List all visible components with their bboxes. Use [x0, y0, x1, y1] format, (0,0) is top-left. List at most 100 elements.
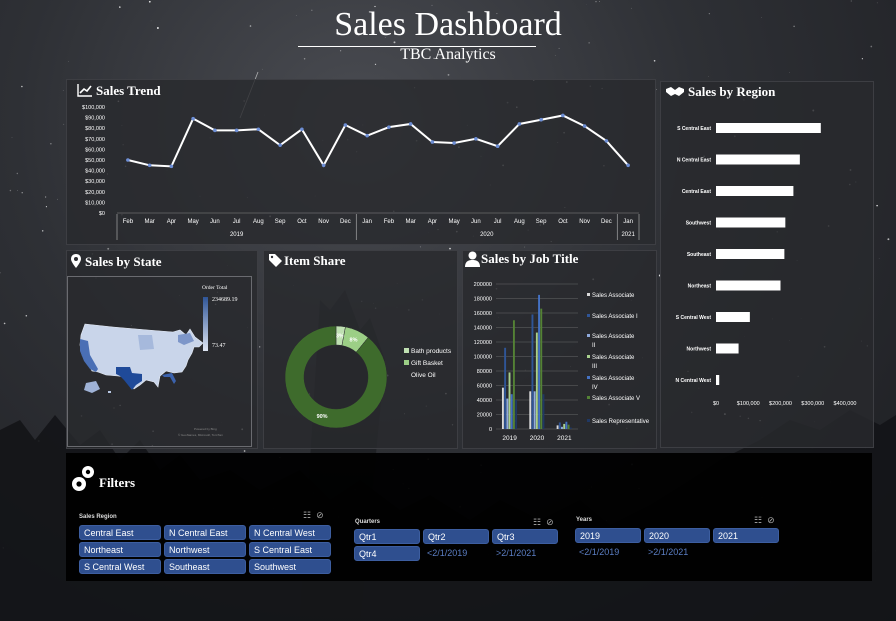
- alaska-region[interactable]: [84, 381, 100, 393]
- slicer-button[interactable]: 2019: [575, 528, 641, 543]
- region-bar[interactable]: [716, 312, 750, 322]
- slicer-button[interactable]: <2/1/2019: [423, 546, 489, 561]
- map-frame[interactable]: Powered by Bing © GeoNames, Microsoft, T…: [67, 276, 252, 447]
- job-bar[interactable]: [508, 372, 511, 429]
- data-point[interactable]: [191, 116, 195, 121]
- slicer-button[interactable]: Southwest: [249, 559, 331, 574]
- region-bar[interactable]: [716, 186, 794, 196]
- job-bar[interactable]: [569, 427, 572, 429]
- data-point[interactable]: [300, 127, 304, 132]
- data-point[interactable]: [256, 127, 261, 132]
- slicer-button[interactable]: Qtr1: [354, 529, 420, 544]
- job-bar[interactable]: [510, 394, 513, 429]
- slicer-button[interactable]: S Central West: [79, 559, 161, 574]
- job-bar[interactable]: [512, 320, 515, 429]
- slicer-button[interactable]: S Central East: [249, 542, 331, 557]
- sales-by-region-panel[interactable]: Sales by Region S Central East N Central …: [660, 81, 874, 448]
- slicer-button[interactable]: >2/1/2021: [492, 546, 558, 561]
- data-point[interactable]: [561, 113, 565, 118]
- slicer-button[interactable]: Central East: [79, 525, 161, 540]
- hawaii-region[interactable]: [108, 391, 111, 393]
- job-bar[interactable]: [529, 391, 532, 429]
- job-bar[interactable]: [565, 421, 568, 429]
- slicer-button[interactable]: Southeast: [164, 559, 246, 574]
- data-point[interactable]: [604, 139, 609, 143]
- data-point[interactable]: [474, 137, 478, 141]
- item-share-donut-chart[interactable]: 3% 8% 90% Bath products Gift Basket Olive Oil: [264, 251, 457, 448]
- slicer-button[interactable]: 2021: [713, 528, 779, 543]
- slicer-button[interactable]: N Central West: [249, 525, 331, 540]
- slicer-button[interactable]: 2020: [644, 528, 710, 543]
- clear-filter-icon[interactable]: ⊘: [316, 510, 324, 520]
- data-point[interactable]: [387, 125, 391, 129]
- multi-select-icon[interactable]: ☷: [303, 510, 311, 520]
- data-point[interactable]: [321, 163, 326, 168]
- data-point[interactable]: [343, 123, 348, 127]
- florida-region[interactable]: [162, 373, 176, 384]
- slicer-button[interactable]: Northeast: [79, 542, 161, 557]
- slicer-button[interactable]: Qtr4: [354, 546, 420, 561]
- region-bar[interactable]: [716, 280, 781, 291]
- region-bar[interactable]: [716, 123, 821, 133]
- sales-by-job-title-chart[interactable]: 0 20000 40000 60000 80000 100000 120000 140000 1…: [463, 251, 656, 448]
- slicer-button[interactable]: Northwest: [164, 542, 246, 557]
- job-bar[interactable]: [515, 400, 518, 429]
- sales-line[interactable]: [127, 114, 629, 168]
- data-point[interactable]: [495, 144, 500, 149]
- data-point[interactable]: [169, 164, 174, 169]
- job-bar[interactable]: [533, 391, 536, 429]
- multi-select-icon[interactable]: ☷: [533, 517, 541, 527]
- region-bar[interactable]: [716, 154, 800, 165]
- clear-filter-icon[interactable]: ⊘: [546, 517, 554, 527]
- y-tick-label: $20,000: [85, 190, 105, 196]
- clear-filter-icon[interactable]: ⊘: [767, 515, 775, 525]
- sales-by-job-title-panel[interactable]: Sales by Job Title 0 20000 40000 60000 80000…: [462, 250, 657, 449]
- data-point[interactable]: [517, 122, 522, 126]
- sales-by-state-panel[interactable]: Sales by State Powered by Bing © GeoName…: [66, 250, 258, 449]
- region-bar[interactable]: [716, 217, 786, 228]
- slicer-button[interactable]: <2/1/2019: [575, 545, 641, 560]
- job-bar[interactable]: [561, 426, 563, 429]
- job-bar[interactable]: [556, 425, 559, 429]
- region-bar[interactable]: [716, 343, 739, 354]
- data-point[interactable]: [147, 163, 152, 168]
- sales-trend-chart[interactable]: $0 $10,000 $20,000 $30,000 $40,000 $50,000 $60…: [67, 80, 655, 244]
- job-bar[interactable]: [540, 308, 543, 429]
- region-bar[interactable]: [716, 249, 785, 259]
- data-point[interactable]: [365, 133, 369, 138]
- sales-by-region-chart[interactable]: S Central East N Central East Central East…: [661, 82, 873, 447]
- data-point[interactable]: [452, 141, 456, 145]
- data-point[interactable]: [582, 124, 587, 128]
- slicer-button[interactable]: Qtr3: [492, 529, 558, 544]
- job-bar[interactable]: [506, 398, 509, 429]
- job-bar[interactable]: [501, 387, 504, 429]
- item-share-panel[interactable]: Item Share 3% 8% 90% Bath products Gift Bask…: [263, 250, 458, 449]
- job-bar[interactable]: [558, 422, 561, 429]
- sales-trend-panel[interactable]: Sales Trend $0 $10,000 $20,000 $30,000 $40,0…: [66, 79, 656, 245]
- job-bar[interactable]: [531, 314, 534, 429]
- donut-slice[interactable]: [284, 325, 388, 429]
- map-legend-title: Order Total: [202, 285, 228, 291]
- job-bar[interactable]: [542, 394, 545, 429]
- data-point[interactable]: [626, 163, 630, 168]
- data-point[interactable]: [539, 117, 543, 122]
- job-bar[interactable]: [563, 423, 566, 429]
- multi-select-icon[interactable]: ☷: [754, 515, 762, 525]
- region-bar[interactable]: [716, 375, 720, 385]
- slicer-button[interactable]: N Central East: [164, 525, 246, 540]
- data-point[interactable]: [213, 128, 217, 133]
- data-point[interactable]: [408, 122, 413, 126]
- slicer-button[interactable]: >2/1/2021: [644, 545, 710, 560]
- data-point[interactable]: [126, 158, 130, 162]
- midwest-region[interactable]: [138, 335, 154, 350]
- job-bar[interactable]: [535, 332, 538, 429]
- y-tick-label: $60,000: [85, 147, 105, 153]
- data-point[interactable]: [234, 128, 239, 133]
- data-point[interactable]: [430, 140, 435, 144]
- job-bar[interactable]: [504, 347, 507, 429]
- slicer-button[interactable]: Qtr2: [423, 529, 489, 544]
- data-point[interactable]: [278, 143, 282, 147]
- job-bar[interactable]: [567, 424, 570, 429]
- job-bar[interactable]: [538, 294, 540, 429]
- x-tick-label: Feb: [384, 219, 395, 225]
